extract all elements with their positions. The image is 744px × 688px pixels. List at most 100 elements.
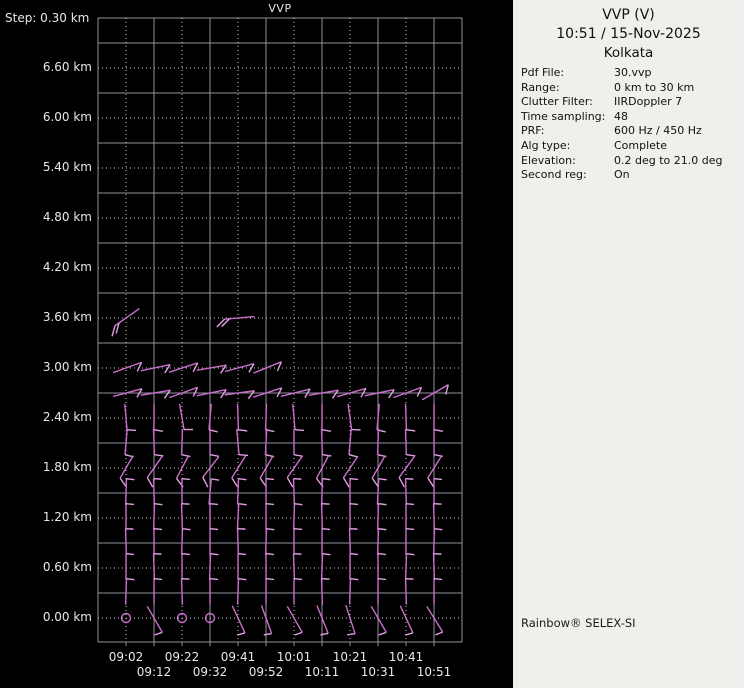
barb-staff	[378, 504, 379, 530]
barb-staff	[238, 404, 239, 430]
wind-barb	[154, 579, 162, 605]
barb-feather	[322, 430, 331, 432]
wind-barb	[378, 504, 387, 530]
barb-feather	[182, 554, 190, 555]
wind-barb	[141, 365, 170, 373]
wind-barb	[169, 387, 197, 397]
barb-feather	[210, 579, 218, 580]
barb-staff	[125, 404, 127, 430]
x-axis-label: 10:11	[299, 665, 345, 679]
x-axis-label: 10:51	[411, 665, 457, 679]
wind-barb	[434, 504, 442, 530]
wind-barb	[197, 390, 226, 398]
x-axis-label: 10:21	[327, 650, 373, 664]
barb-staff	[147, 606, 162, 632]
info-panel: VVP (V) 10:51 / 15-Nov-2025 Kolkata Pdf …	[513, 0, 744, 688]
wind-barb	[406, 429, 416, 456]
barb-staff	[406, 429, 407, 455]
barb-staff	[120, 456, 133, 479]
barb-staff	[371, 606, 386, 632]
barb-staff	[126, 479, 127, 505]
wind-barb	[237, 429, 248, 456]
barb-feather	[295, 632, 303, 635]
barb-staff	[177, 455, 189, 478]
field-value: 30.vvp	[614, 66, 739, 81]
x-axis-label: 10:01	[271, 650, 317, 664]
barb-feather	[237, 633, 245, 635]
wind-barb	[141, 390, 171, 398]
field-value: 48	[614, 110, 739, 125]
panel-fields: Pdf File:30.vvpRange:0 km to 30 kmClutte…	[521, 66, 739, 183]
wind-barb	[434, 554, 442, 580]
wind-barb	[154, 504, 163, 530]
barb-staff	[154, 504, 155, 530]
wind-barb	[237, 504, 246, 530]
barb-staff	[350, 579, 351, 605]
barb-staff	[260, 456, 273, 479]
wind-barb	[365, 390, 394, 398]
brand-label: Rainbow® SELEX-SI	[521, 616, 636, 630]
y-axis-label: 4.20 km	[0, 260, 92, 274]
wind-barb	[294, 504, 303, 530]
barb-staff	[372, 456, 385, 479]
barb-staff	[287, 606, 302, 632]
barb-staff	[406, 404, 407, 430]
barb-staff	[378, 429, 379, 455]
panel-station: Kolkata	[513, 44, 744, 63]
y-axis-label: 6.00 km	[0, 110, 92, 124]
barb-staff	[399, 456, 414, 477]
wind-barb	[238, 579, 247, 605]
barb-staff	[317, 455, 329, 478]
y-axis-label: 1.20 km	[0, 510, 92, 524]
field-label: Time sampling:	[521, 110, 614, 125]
barb-feather	[210, 504, 218, 505]
wind-barb	[406, 579, 414, 605]
wind-barb	[154, 429, 164, 456]
wind-barb	[377, 479, 386, 505]
panel-header: VVP (V) 10:51 / 15-Nov-2025 Kolkata	[513, 6, 744, 63]
barb-staff	[294, 504, 295, 530]
barb-staff	[434, 554, 435, 580]
barb-feather	[406, 554, 414, 555]
wind-barb	[182, 554, 190, 580]
wind-barb	[294, 429, 303, 457]
barb-staff	[154, 429, 155, 455]
wind-barb	[294, 554, 302, 580]
wind-barb	[266, 479, 274, 505]
barb-feather	[406, 504, 414, 505]
barb-staff	[238, 579, 239, 605]
barb-feather	[126, 479, 134, 480]
wind-barb	[317, 605, 328, 634]
wind-barb	[154, 554, 162, 580]
plot-region: VVP Step: 0.30 km 6.60 km6.00 km5.40 km4…	[0, 0, 513, 688]
barb-feather	[266, 579, 274, 580]
panel-field-row: Range:0 km to 30 km	[521, 81, 739, 96]
wind-barb	[113, 362, 141, 372]
wind-barb	[266, 579, 274, 605]
barb-staff	[238, 479, 239, 505]
barb-feather	[434, 430, 443, 432]
wind-barb	[238, 404, 248, 431]
barb-feather	[428, 478, 434, 487]
barb-feather	[294, 579, 302, 580]
wind-barb	[393, 387, 421, 397]
barb-feather	[203, 477, 208, 487]
wind-barb	[427, 607, 443, 635]
wind-barb	[182, 529, 191, 555]
barb-staff	[343, 456, 358, 478]
wind-barb	[238, 529, 246, 555]
panel-field-row: Elevation:0.2 deg to 21.0 deg	[521, 154, 739, 169]
wind-barb	[154, 404, 163, 432]
wind-barb	[406, 504, 414, 530]
wind-barb	[322, 554, 331, 580]
panel-field-row: Time sampling:48	[521, 110, 739, 125]
barb-staff	[293, 404, 295, 430]
wind-barb	[126, 504, 134, 530]
wind-barb	[126, 554, 134, 580]
y-axis-label: 3.60 km	[0, 310, 92, 324]
barb-staff	[210, 554, 211, 580]
barb-staff	[266, 404, 267, 430]
x-axis-label: 09:12	[131, 665, 177, 679]
wind-barb	[400, 606, 413, 635]
wind-barb	[322, 579, 330, 605]
